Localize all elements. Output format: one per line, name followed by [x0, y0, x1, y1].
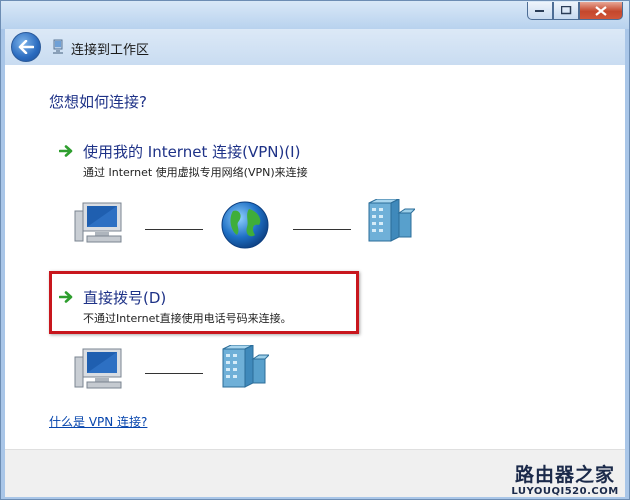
watermark-url: LUYOUQI520.COM	[511, 486, 619, 497]
help-link-vpn[interactable]: 什么是 VPN 连接?	[49, 413, 147, 430]
connector-line	[145, 229, 203, 230]
green-arrow-icon	[59, 145, 73, 157]
computer-icon	[74, 202, 122, 243]
connector-line	[293, 229, 351, 230]
close-icon	[595, 5, 607, 16]
option-vpn-description: 通过 Internet 使用虚拟专用网络(VPN)来连接	[83, 166, 308, 179]
option-dial-up-description: 不通过Internet直接使用电话号码来连接。	[83, 312, 292, 325]
watermark-logo: 路由器之家 LUYOUQI520.COM	[503, 464, 627, 497]
caption-buttons	[527, 2, 623, 20]
window-title: 连接到工作区	[71, 43, 150, 58]
network-icon	[53, 39, 63, 54]
connector-line	[145, 373, 203, 374]
maximize-icon	[560, 6, 571, 15]
option-dial-up-title: 直接拨号(D)	[83, 289, 167, 307]
navigation-bar: 连接到工作区	[5, 29, 625, 65]
back-arrow-icon	[18, 40, 34, 54]
page-heading: 您想如何连接?	[49, 93, 147, 111]
green-arrow-icon	[59, 291, 73, 303]
server-icon	[222, 345, 269, 388]
title-bar	[1, 1, 629, 29]
maximize-button[interactable]	[553, 2, 579, 20]
content-area: 您想如何连接? 使用我的 Internet 连接(VPN)(I) 通过 Inte…	[5, 65, 625, 449]
option-vpn-title: 使用我的 Internet 连接(VPN)(I)	[83, 143, 301, 161]
minimize-icon	[535, 9, 544, 12]
globe-icon	[221, 201, 269, 249]
minimize-button[interactable]	[527, 2, 553, 20]
dialog-window: 连接到工作区 您想如何连接? 使用我的 Internet 连接(VPN)(I) …	[0, 0, 630, 500]
close-button[interactable]	[579, 2, 623, 20]
computer-icon	[74, 348, 122, 389]
back-button[interactable]	[11, 32, 41, 62]
server-icon	[368, 199, 415, 242]
watermark-title: 路由器之家	[514, 464, 615, 486]
